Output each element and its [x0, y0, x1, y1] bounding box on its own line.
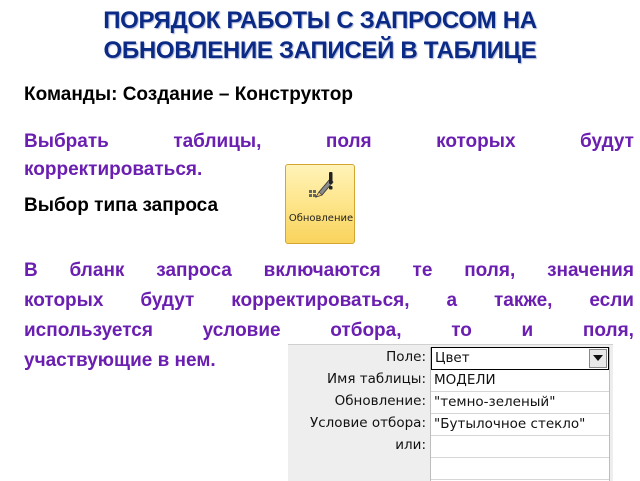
word: поля,	[582, 320, 634, 341]
word: значения	[547, 260, 634, 281]
update-to-cell[interactable]: "темно-зеленый"	[431, 392, 609, 414]
query-type-label: Выбор типа запроса	[24, 195, 219, 216]
word: отбора,	[330, 320, 402, 341]
word: включаются	[263, 260, 381, 281]
word: запроса	[156, 260, 232, 281]
query-design-grid: Поле: Имя таблицы: Обновление: Условие о…	[288, 344, 613, 481]
word: а	[446, 290, 458, 311]
empty-cell[interactable]	[431, 458, 609, 480]
triangle-down-icon	[593, 355, 603, 361]
criteria-cell[interactable]: "Бутылочное стекло"	[431, 414, 609, 436]
field-value: Цвет	[435, 350, 470, 366]
word: корректироваться,	[231, 290, 410, 311]
word: используется	[24, 320, 153, 341]
select-tables-line-1: Выбрать таблицы, поля которых будут	[24, 128, 634, 156]
word: которых	[436, 131, 516, 152]
word: также,	[493, 290, 553, 311]
word: поля,	[464, 260, 516, 281]
word: таблицы,	[173, 131, 262, 152]
field-dropdown-button[interactable]	[589, 349, 607, 368]
label-criteria: Условие отбора:	[310, 415, 426, 431]
commands-text: Команды: Создание – Конструктор	[24, 84, 353, 105]
slide-title: ПОРЯДОК РАБОТЫ С ЗАПРОСОМ НА ОБНОВЛЕНИЕ …	[0, 6, 640, 66]
update-button-label: Обновление	[288, 213, 354, 224]
word: то	[451, 320, 472, 341]
title-line-1: ПОРЯДОК РАБОТЫ С ЗАПРОСОМ НА	[103, 7, 537, 34]
field-cell[interactable]: Цвет	[431, 347, 609, 370]
label-or: или:	[395, 437, 426, 453]
label-update: Обновление:	[334, 393, 426, 409]
word: и	[521, 320, 534, 341]
word: В	[24, 260, 38, 281]
word: условие	[202, 320, 281, 341]
word: если	[589, 290, 634, 311]
include-fields-line-2: которых будут корректироваться, а также,…	[24, 286, 634, 316]
include-fields-line-1: В бланк запроса включаются те поля, знач…	[24, 256, 634, 286]
word: те	[412, 260, 433, 281]
word: поля	[325, 131, 372, 152]
word: которых	[24, 290, 104, 311]
word: будут	[580, 131, 634, 152]
table-name-cell[interactable]: МОДЕЛИ	[431, 370, 609, 392]
label-field: Поле:	[386, 349, 426, 365]
include-fields-line-3: используется условие отбора, то и поля,	[24, 316, 634, 346]
word: Выбрать	[24, 131, 109, 152]
grid-column: Цвет МОДЕЛИ "темно-зеленый" "Бутылочное …	[430, 347, 610, 481]
update-query-button[interactable]: Обновление	[285, 164, 355, 244]
title-line-2: ОБНОВЛЕНИЕ ЗАПИСЕЙ В ТАБЛИЦЕ	[103, 37, 537, 64]
word: бланк	[69, 260, 125, 281]
pencil-exclamation-icon	[309, 172, 334, 198]
or-cell[interactable]	[431, 436, 609, 458]
label-table-name: Имя таблицы:	[327, 371, 426, 387]
word: будут	[140, 290, 195, 311]
